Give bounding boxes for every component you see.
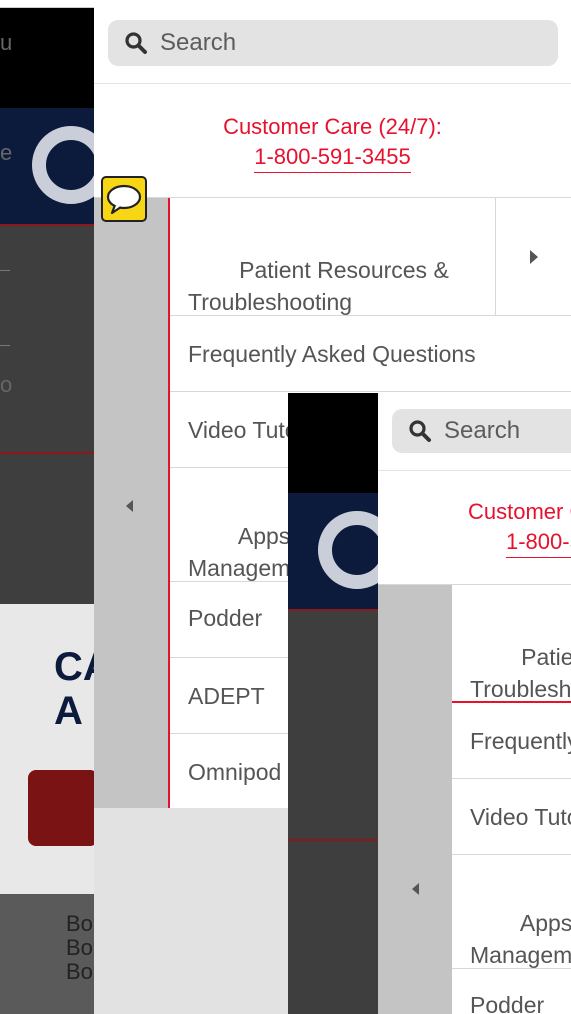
search-icon bbox=[409, 420, 431, 442]
customer-care: Customer Care (24/7): 1-800-591-3455 bbox=[468, 497, 571, 558]
background-edge-letter: e bbox=[0, 140, 13, 165]
menu-item-label: Apps & Management bbox=[470, 910, 571, 968]
search-input[interactable]: Search bbox=[392, 409, 571, 453]
panel-2-hero bbox=[288, 493, 378, 609]
menu-item-patient-resources[interactable]: Patient Resources & Troubleshooting bbox=[452, 585, 571, 703]
menu-item-apps[interactable]: Apps & Management bbox=[452, 855, 571, 969]
panel-2-header bbox=[288, 393, 378, 493]
customer-care-label: Customer Care (24/7): bbox=[468, 499, 571, 524]
search-area: Search Customer Care (24/7): 1-800-591-3… bbox=[378, 393, 571, 585]
panel-2-dark-section bbox=[288, 609, 378, 1014]
background-edge-letter: o bbox=[0, 372, 13, 397]
menu-drawer: Search Customer Care (24/7): 1-800-591-3… bbox=[378, 393, 571, 1014]
menu-item-faq[interactable]: Frequently Asked Questions bbox=[452, 703, 571, 779]
menu-item-podder[interactable]: Podder bbox=[452, 969, 571, 1014]
menu-close-handle[interactable] bbox=[94, 198, 168, 808]
menu-item-label: Video Tutorials bbox=[470, 804, 571, 830]
chevron-right-icon[interactable] bbox=[495, 198, 571, 315]
background-body-fragment: Bo Bo Bo bbox=[66, 911, 93, 984]
comment-bubble-icon[interactable] bbox=[101, 176, 147, 222]
menu-item-label: Podder bbox=[470, 992, 545, 1014]
logo-ring bbox=[318, 511, 378, 589]
menu-item-label: Frequently Asked Questions bbox=[470, 728, 571, 754]
background-header bbox=[0, 8, 94, 108]
background-hero bbox=[0, 108, 110, 224]
search-placeholder: Search bbox=[444, 417, 521, 444]
customer-care-phone-link[interactable]: 1-800-591-3455 bbox=[506, 527, 571, 558]
background-edge-letter: u bbox=[0, 30, 13, 55]
background-dark-section bbox=[0, 224, 94, 604]
logo-ring bbox=[32, 126, 110, 204]
menu-item-label: Patient Resources & Troubleshooting bbox=[470, 644, 571, 702]
chevron-left-icon bbox=[126, 500, 133, 512]
menu-list: Patient Resources & Troubleshooting Freq… bbox=[452, 585, 571, 1014]
speech-bubble-glyph bbox=[106, 184, 142, 215]
menu-item-video-tutorials[interactable]: Video Tutorials bbox=[452, 779, 571, 855]
background-top-bar bbox=[0, 0, 300, 8]
menu-panel-2: Search Customer Care (24/7): 1-800-591-3… bbox=[288, 393, 571, 1014]
background-red-button[interactable] bbox=[28, 770, 98, 846]
